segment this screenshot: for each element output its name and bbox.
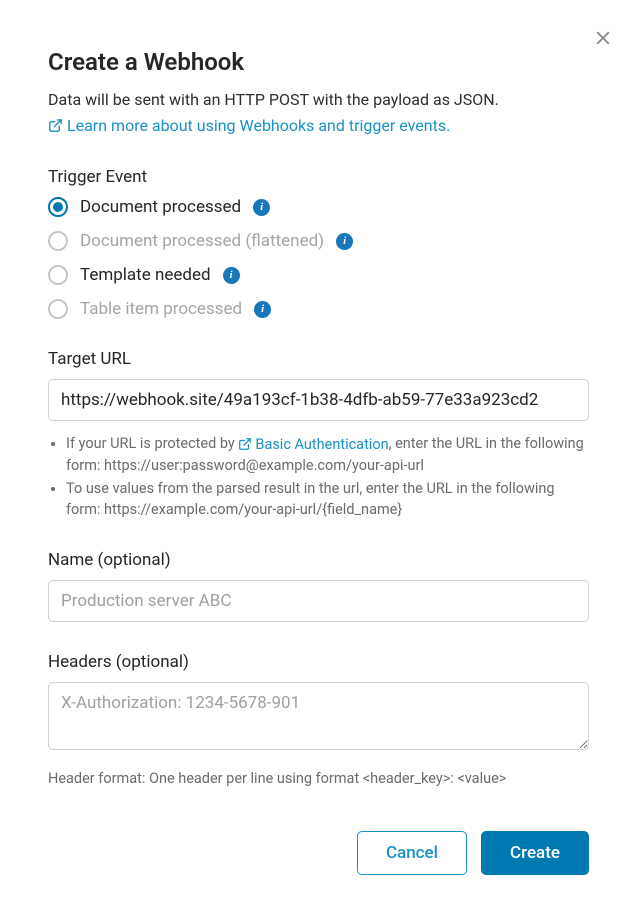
external-link-icon — [238, 437, 252, 451]
headers-textarea[interactable] — [48, 682, 589, 750]
learn-more-link[interactable]: Learn more about using Webhooks and trig… — [48, 116, 450, 135]
modal-button-row: Cancel Create — [48, 831, 589, 875]
trigger-event-label: Trigger Event — [48, 167, 589, 187]
modal-description: Data will be sent with an HTTP POST with… — [48, 88, 589, 112]
radio-document-processed[interactable]: Document processed i — [48, 197, 589, 217]
radio-label: Document processed (flattened) — [80, 231, 324, 251]
radio-label: Table item processed — [80, 299, 242, 319]
create-button[interactable]: Create — [481, 831, 589, 875]
radio-icon — [48, 231, 68, 251]
radio-document-processed-flattened: Document processed (flattened) i — [48, 231, 589, 251]
radio-template-needed[interactable]: Template needed i — [48, 265, 589, 285]
headers-label: Headers (optional) — [48, 652, 589, 672]
radio-table-item-processed: Table item processed i — [48, 299, 589, 319]
cancel-button[interactable]: Cancel — [357, 831, 467, 875]
trigger-event-radio-group: Document processed i Document processed … — [48, 197, 589, 319]
radio-icon — [48, 197, 68, 217]
create-webhook-modal: Create a Webhook Data will be sent with … — [0, 0, 637, 905]
name-label: Name (optional) — [48, 550, 589, 570]
basic-auth-link[interactable]: Basic Authentication — [238, 434, 388, 455]
radio-icon — [48, 299, 68, 319]
modal-title: Create a Webhook — [48, 48, 589, 76]
target-url-label: Target URL — [48, 349, 589, 369]
help-item-parsed-values: To use values from the parsed result in … — [66, 478, 589, 520]
radio-icon — [48, 265, 68, 285]
help-item-basic-auth: If your URL is protected by Basic Authen… — [66, 433, 589, 476]
close-icon[interactable] — [591, 26, 615, 50]
target-url-input[interactable] — [48, 379, 589, 421]
info-icon[interactable]: i — [223, 267, 240, 284]
name-input[interactable] — [48, 580, 589, 622]
external-link-icon — [48, 118, 63, 133]
radio-label: Template needed — [80, 265, 211, 285]
info-icon[interactable]: i — [254, 301, 271, 318]
info-icon[interactable]: i — [253, 199, 270, 216]
headers-format-hint: Header format: One header per line using… — [48, 770, 589, 787]
radio-label: Document processed — [80, 197, 241, 217]
target-url-help: If your URL is protected by Basic Authen… — [66, 433, 589, 520]
info-icon[interactable]: i — [336, 233, 353, 250]
learn-more-text: Learn more about using Webhooks and trig… — [67, 116, 450, 135]
